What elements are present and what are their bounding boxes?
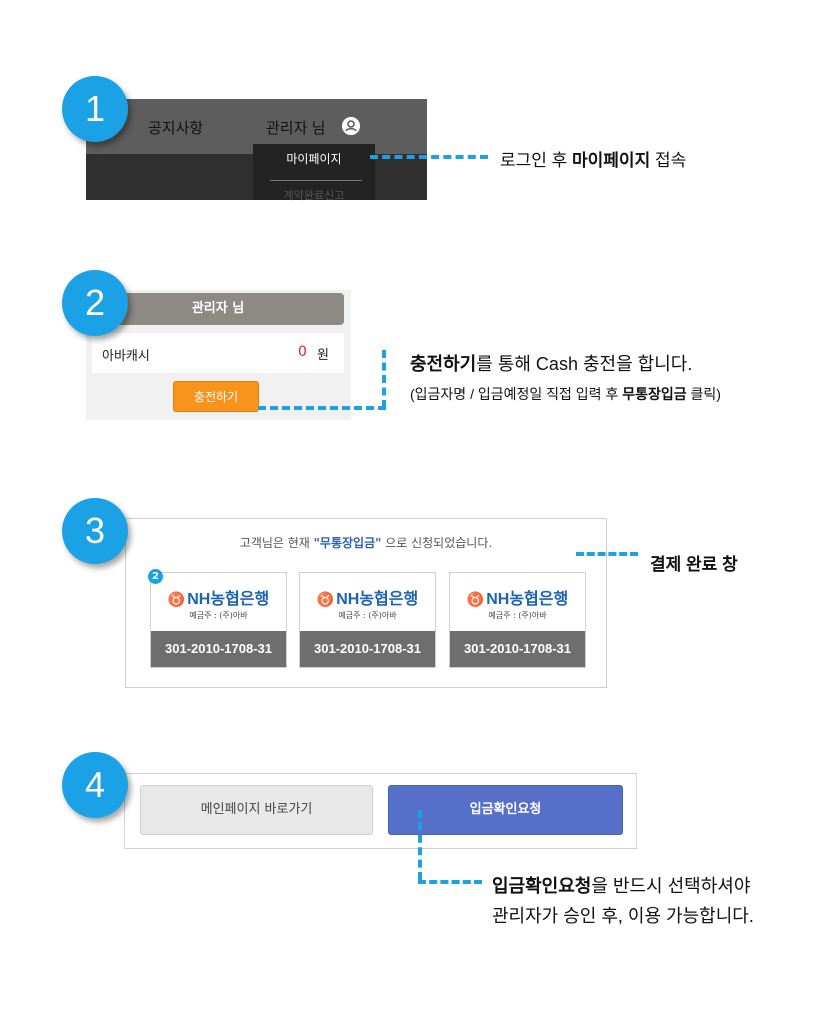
main-page-button[interactable]: 메인페이지 바로가기	[140, 785, 373, 835]
bank-card-1: ♉ NH농협은행 예금주 : (주)아바 301-2010-1708-31	[150, 572, 287, 668]
bank-name: NH농협은행	[486, 591, 569, 608]
bank-name: NH농협은행	[336, 591, 419, 608]
connector-line-1	[370, 155, 488, 159]
account-number: 301-2010-1708-31	[450, 631, 585, 667]
step3-caption: 결제 완료 창	[650, 555, 738, 574]
step2-sub-bold: 무통장입금	[622, 386, 687, 402]
step2-subcaption: (입금자명 / 입금예정일 직접 입력 후 무통장입금 클릭)	[410, 384, 721, 404]
step2-caption-bold: 충전하기	[410, 354, 477, 374]
step1-caption-bold: 마이페이지	[572, 151, 651, 170]
cash-label: 아바캐시	[102, 349, 150, 364]
connector-line-3	[576, 552, 638, 556]
nh-mark-icon: ♉	[316, 591, 335, 607]
step-badge-4: 4	[62, 752, 128, 818]
dropdown-next-item[interactable]: 계약완료신고	[253, 187, 375, 203]
cash-row: 아바캐시 0 원	[92, 333, 344, 373]
step1-caption-pre: 로그인 후	[500, 151, 573, 170]
charge-button[interactable]: 충전하기	[173, 381, 259, 412]
account-number: 301-2010-1708-31	[151, 631, 286, 667]
account-holder: 예금주 : (주)아바	[189, 611, 248, 620]
account-number: 301-2010-1708-31	[300, 631, 435, 667]
step-badge-1: 1	[62, 76, 128, 142]
step4-caption-line2: 관리자가 승인 후, 이용 가능합니다.	[492, 906, 754, 926]
step1-caption: 로그인 후 마이페이지 접속	[500, 146, 686, 171]
bank-name: NH농협은행	[187, 591, 270, 608]
step2-sub-pre: (입금자명 / 입금예정일 직접 입력 후	[410, 386, 623, 402]
step1-caption-post: 접속	[650, 151, 687, 170]
step4-caption-bold: 입금확인요청	[492, 876, 592, 896]
nh-mark-icon: ♉	[466, 591, 485, 607]
account-holder: 예금주 : (주)아바	[338, 611, 397, 620]
status-msg-bold: "무통장입금"	[313, 536, 382, 550]
payment-status-message: 고객님은 현재 "무통장입금" 으로 신청되었습니다.	[125, 534, 607, 551]
account-holder: 예금주 : (주)아바	[488, 611, 547, 620]
step2-caption-post: 를 통해 Cash 충전을 합니다.	[476, 354, 693, 374]
nh-mark-icon: ♉	[167, 591, 186, 607]
step4-caption: 입금확인요청을 반드시 선택하셔야	[492, 872, 750, 898]
nh-bank-logo: ♉ NH농협은행	[151, 585, 286, 609]
cash-unit: 원	[317, 348, 329, 363]
status-msg-pre: 고객님은 현재	[239, 536, 314, 550]
connector-line-4h	[418, 880, 482, 884]
step4-caption-post: 을 반드시 선택하셔야	[591, 876, 751, 896]
bank-card-3: ♉ NH농협은행 예금주 : (주)아바 301-2010-1708-31	[449, 572, 586, 668]
nh-bank-logo: ♉ NH농협은행	[450, 585, 585, 609]
connector-line-2v	[382, 350, 386, 408]
deposit-confirm-request-button[interactable]: 입금확인요청	[388, 785, 623, 835]
card-count-badge: 2	[148, 569, 163, 584]
step2-sub-post: 클릭)	[686, 386, 721, 402]
connector-line-2h	[258, 406, 386, 410]
bank-card-2: ♉ NH농협은행 예금주 : (주)아바 301-2010-1708-31	[299, 572, 436, 668]
dropdown-mypage-item[interactable]: 마이페이지	[253, 150, 375, 167]
user-circle-icon[interactable]	[342, 117, 360, 135]
step-badge-2: 2	[62, 270, 128, 336]
step2-caption: 충전하기를 통해 Cash 충전을 합니다.	[410, 350, 692, 376]
nh-bank-logo: ♉ NH농협은행	[300, 585, 435, 609]
nav-notice-link[interactable]: 공지사항	[148, 117, 203, 138]
mypage-panel-header: 관리자 님	[92, 293, 344, 325]
nav-admin-link[interactable]: 관리자 님	[266, 117, 325, 138]
step-badge-3: 3	[62, 498, 128, 564]
cash-value: 0	[298, 344, 307, 360]
status-msg-post: 으로 신청되었습니다.	[381, 536, 493, 550]
connector-line-4v	[418, 810, 422, 880]
dropdown-divider	[270, 180, 362, 181]
